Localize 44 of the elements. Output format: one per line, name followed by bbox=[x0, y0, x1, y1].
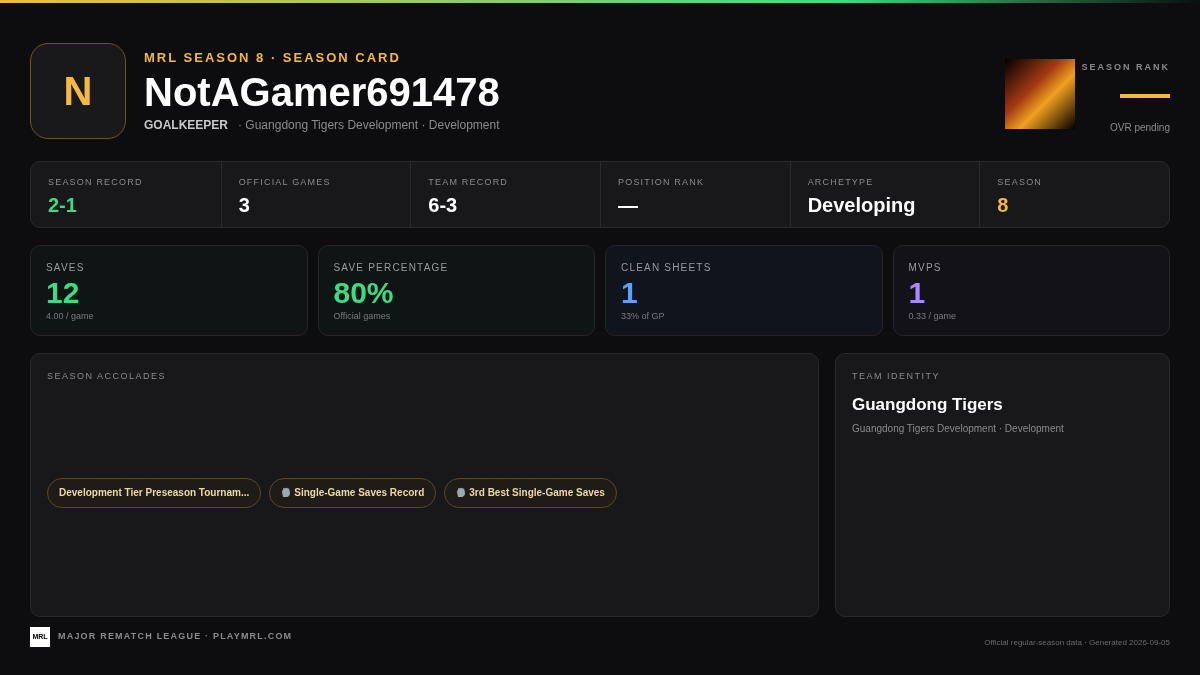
record-label: SEASON RECORD bbox=[48, 176, 144, 189]
league-name: MAJOR REMATCH LEAGUE · PLAYMRL.COM bbox=[58, 630, 293, 644]
glove-icon bbox=[456, 487, 467, 498]
record-value: 6-3 bbox=[428, 192, 459, 218]
stat-label: MVPS bbox=[908, 261, 943, 275]
rank-dash bbox=[1120, 94, 1170, 99]
rank-note: OVR pending bbox=[1109, 121, 1170, 136]
player-position: GOALKEEPER bbox=[144, 116, 228, 134]
team-logo-placeholder bbox=[1005, 58, 1075, 129]
accolade-chip: Single-Game Saves Record bbox=[269, 477, 437, 508]
player-name: NotAGamer691478 bbox=[144, 68, 500, 116]
season-rank-label: SEASON RANK bbox=[1081, 60, 1170, 74]
stat-sub: Official games bbox=[333, 310, 392, 323]
record-value: 8 bbox=[997, 192, 1010, 218]
footer-note: Official regular-season data · Generated 2026-09-05 bbox=[984, 637, 1170, 649]
panel-title: TEAM IDENTITY bbox=[852, 370, 941, 383]
stat-label: CLEAN SHEETS bbox=[621, 261, 713, 275]
stat-sub: 33% of GP bbox=[621, 310, 666, 323]
card-eyebrow: MRL SEASON 8 · SEASON CARD bbox=[144, 49, 402, 68]
record-label: POSITION RANK bbox=[618, 176, 706, 189]
team-line: · Guangdong Tigers Development · Development bbox=[238, 116, 500, 134]
stat-value: 80% bbox=[333, 276, 395, 310]
stat-value: 1 bbox=[621, 276, 639, 310]
accolade-chip: 3rd Best Single-Game Saves bbox=[444, 477, 617, 508]
record-value: 3 bbox=[238, 192, 251, 218]
record-label: SEASON bbox=[997, 176, 1044, 189]
panel-title: SEASON ACCOLADES bbox=[47, 370, 168, 383]
stat-sub: 0.33 / game bbox=[908, 310, 958, 323]
accolade-chip: Development Tier Preseason Tournam... bbox=[47, 477, 262, 508]
player-initial: N bbox=[30, 43, 126, 139]
record-value: 2-1 bbox=[48, 192, 78, 218]
team-name: Guangdong Tigers bbox=[852, 393, 1004, 416]
team-sub: Guangdong Tigers Development · Development bbox=[852, 422, 1065, 436]
stat-sub: 4.00 / game bbox=[46, 310, 95, 323]
stat-value: 12 bbox=[46, 276, 81, 310]
record-label: ARCHETYPE bbox=[807, 176, 875, 189]
record-value: — bbox=[618, 192, 639, 218]
record-label: OFFICIAL GAMES bbox=[238, 176, 332, 189]
stat-label: SAVE PERCENTAGE bbox=[333, 261, 450, 275]
glove-icon bbox=[281, 487, 292, 498]
record-value: Developing bbox=[807, 192, 917, 218]
record-label: TEAM RECORD bbox=[428, 176, 510, 189]
stat-label: SAVES bbox=[46, 261, 86, 275]
stat-value: 1 bbox=[908, 276, 927, 310]
